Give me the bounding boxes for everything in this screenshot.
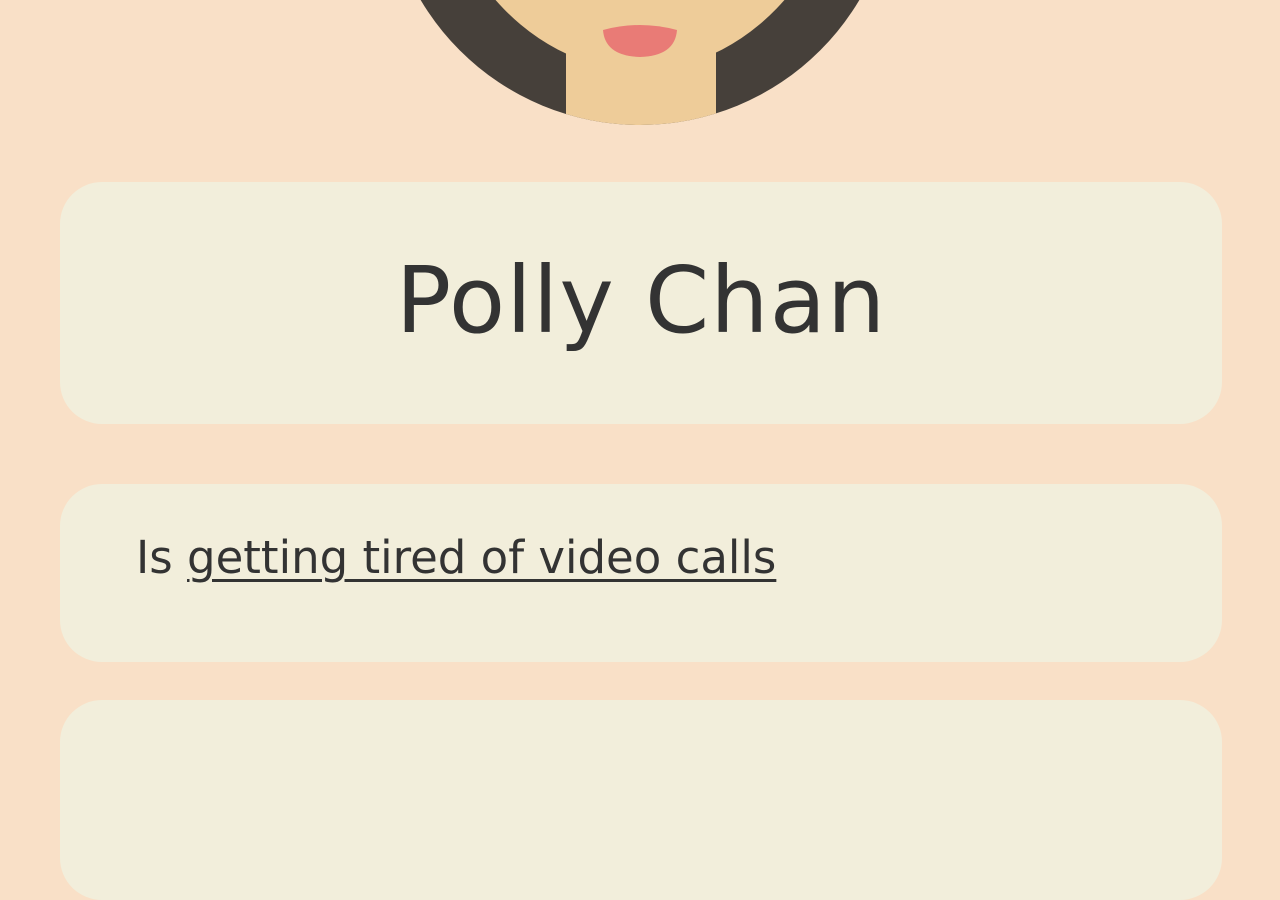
name-card: Polly Chan bbox=[60, 182, 1222, 424]
status-link[interactable]: getting tired of video calls bbox=[187, 531, 776, 584]
status-prefix: Is bbox=[136, 530, 188, 584]
status-line: Is getting tired of video calls bbox=[136, 535, 776, 580]
avatar bbox=[385, 0, 895, 130]
status-card: Is getting tired of video calls bbox=[60, 484, 1222, 662]
next-card bbox=[60, 700, 1222, 900]
avatar-illustration bbox=[420, 0, 860, 125]
profile-name: Polly Chan bbox=[395, 247, 887, 354]
